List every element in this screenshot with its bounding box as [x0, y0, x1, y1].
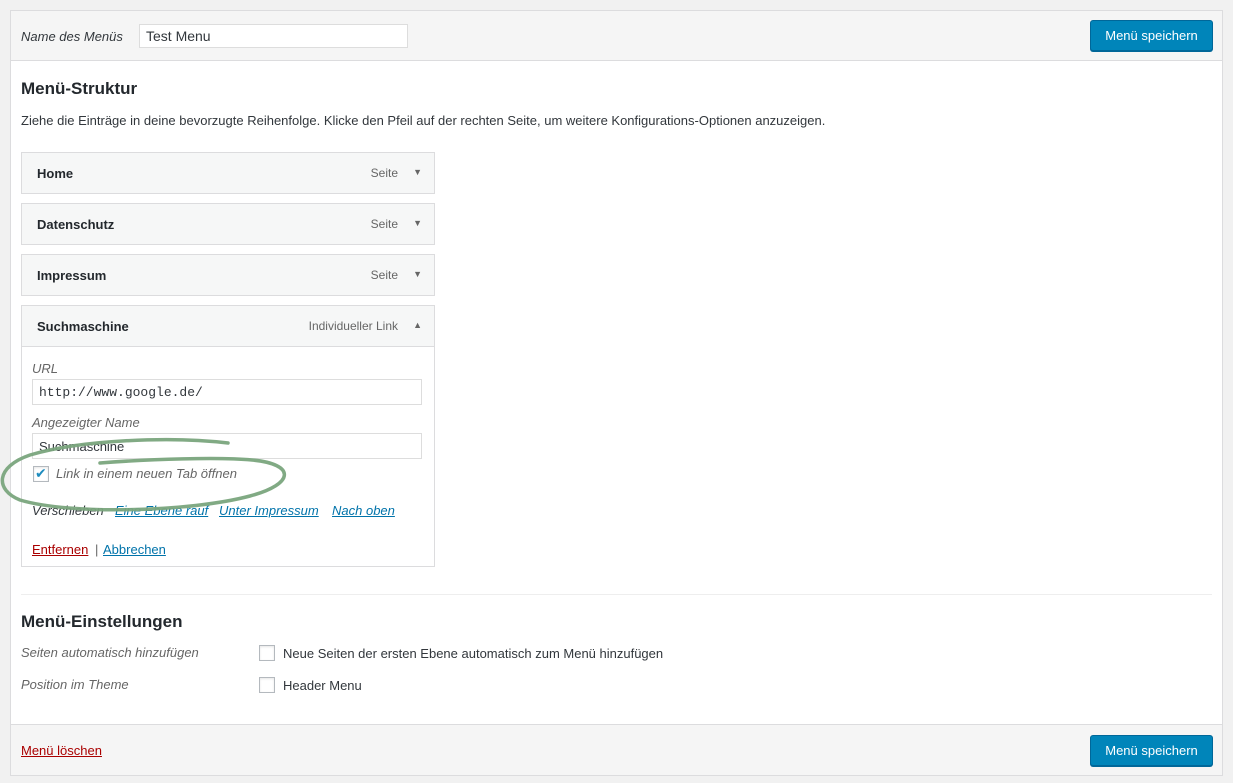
save-menu-button-bottom[interactable]: Menü speichern	[1090, 735, 1213, 766]
menu-footer-bar: Menü löschen Menü speichern	[11, 724, 1222, 775]
section-divider	[21, 594, 1212, 595]
remove-item-link[interactable]: Entfernen	[32, 542, 88, 557]
save-menu-button-top[interactable]: Menü speichern	[1090, 20, 1213, 51]
auto-add-checkbox[interactable]	[259, 645, 275, 661]
header-menu-option-text: Header Menu	[283, 678, 362, 693]
delete-menu-link[interactable]: Menü löschen	[21, 743, 102, 758]
menu-editor-frame: Name des Menüs Menü speichern Menü-Struk…	[10, 10, 1223, 776]
menu-name-label: Name des Menüs	[21, 29, 123, 44]
navigation-label-input[interactable]	[32, 433, 422, 459]
url-input[interactable]	[32, 379, 422, 405]
menu-item-suchmaschine[interactable]: Suchmaschine Individueller Link ▲	[21, 305, 435, 347]
new-tab-label: Link in einem neuen Tab öffnen	[56, 466, 237, 481]
menu-item-title: Home	[37, 166, 74, 181]
menu-item-settings-panel: URL Angezeigter Name ✔ Link in einem neu…	[21, 347, 435, 567]
navigation-label-label: Angezeigter Name	[32, 415, 140, 430]
move-up-one-level-link[interactable]: Eine Ebene rauf	[115, 503, 208, 518]
menu-item-title: Impressum	[37, 268, 107, 283]
checkmark-icon: ✔	[35, 465, 47, 481]
move-label: Verschieben	[32, 503, 104, 518]
menu-item-home[interactable]: Home Seite ▼	[21, 152, 435, 194]
menu-item-datenschutz[interactable]: Datenschutz Seite ▼	[21, 203, 435, 245]
header-menu-checkbox[interactable]	[259, 677, 275, 693]
chevron-down-icon[interactable]: ▼	[413, 218, 422, 228]
menu-structure-title: Menü-Struktur	[21, 79, 138, 98]
menu-header-bar: Name des Menüs Menü speichern	[11, 11, 1222, 61]
chevron-up-icon[interactable]: ▲	[413, 320, 422, 330]
menu-item-type: Seite	[370, 166, 398, 180]
menu-item-title: Datenschutz	[37, 217, 115, 232]
theme-position-label: Position im Theme	[21, 677, 129, 692]
chevron-down-icon[interactable]: ▼	[413, 269, 422, 279]
move-under-impressum-link[interactable]: Unter Impressum	[219, 503, 319, 518]
menu-item-title: Suchmaschine	[37, 319, 129, 334]
menu-item-impressum[interactable]: Impressum Seite ▼	[21, 254, 435, 296]
auto-add-label: Seiten automatisch hinzufügen	[21, 645, 199, 660]
move-to-top-link[interactable]: Nach oben	[332, 503, 395, 518]
menu-settings-title: Menü-Einstellungen	[21, 612, 183, 631]
menu-item-type: Individueller Link	[308, 319, 398, 333]
menu-item-type: Seite	[370, 268, 398, 282]
cancel-item-link[interactable]: Abbrechen	[103, 542, 166, 557]
menu-item-type: Seite	[370, 217, 398, 231]
menu-name-input[interactable]	[139, 24, 408, 48]
menu-structure-instruction: Ziehe die Einträge in deine bevorzugte R…	[21, 113, 826, 128]
action-separator: |	[95, 542, 99, 557]
chevron-down-icon[interactable]: ▼	[413, 167, 422, 177]
auto-add-option-text: Neue Seiten der ersten Ebene automatisch…	[283, 646, 664, 661]
new-tab-checkbox[interactable]: ✔	[33, 465, 49, 482]
url-label: URL	[32, 361, 59, 376]
